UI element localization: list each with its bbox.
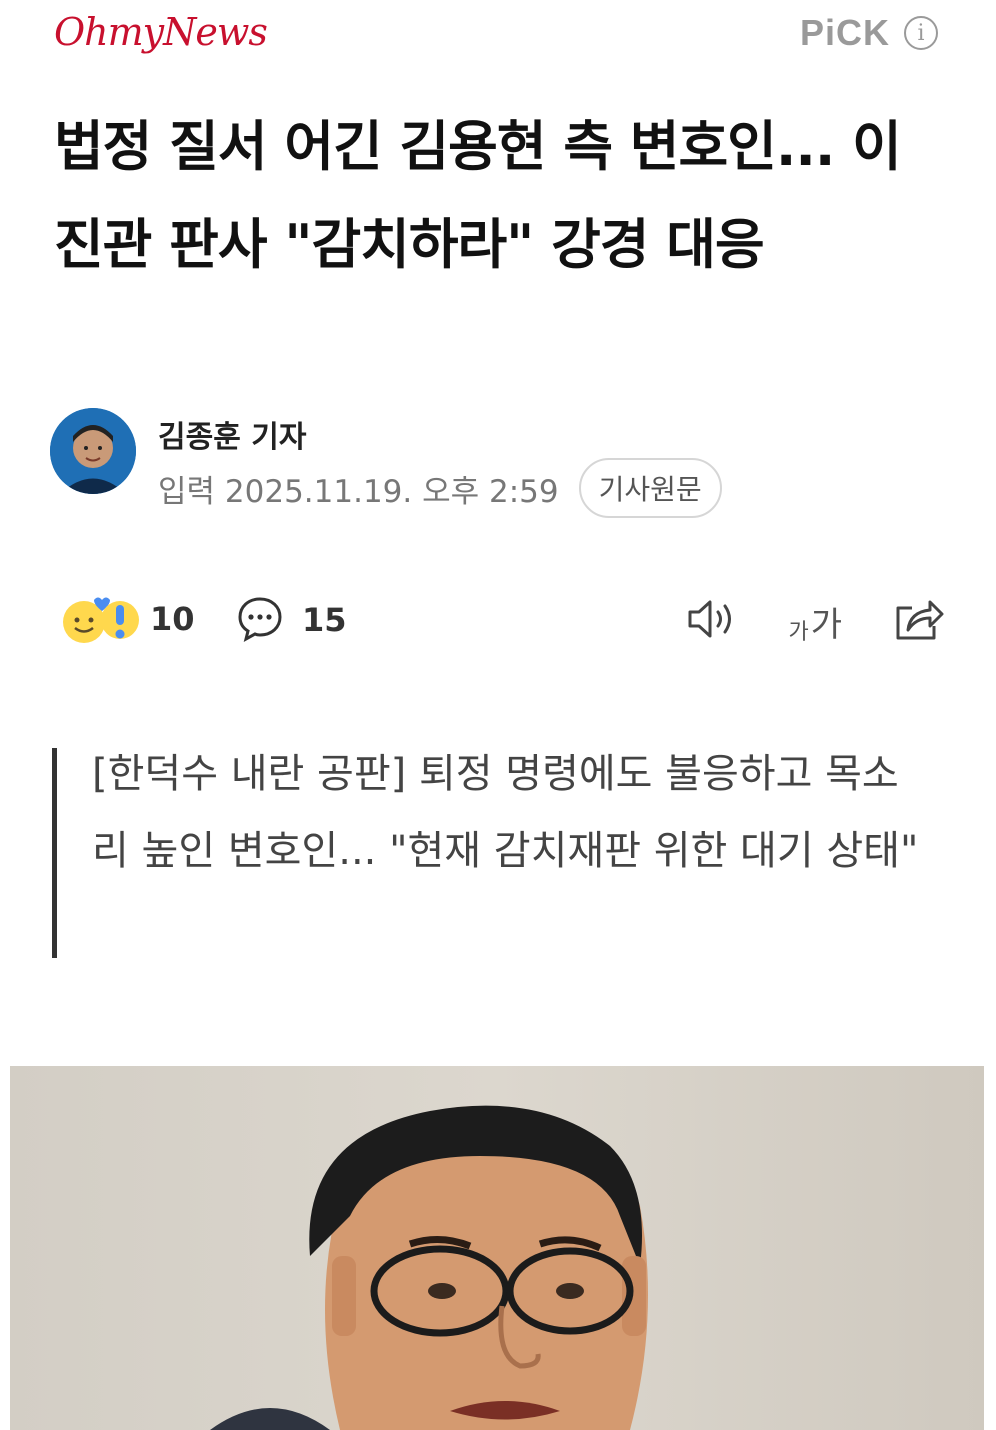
font-size-small-label: 가 — [788, 619, 809, 645]
font-size-large-label: 가 — [810, 604, 842, 645]
article-meta: 입력 2025.11.19. 오후 2:59 기사원문 — [158, 458, 722, 518]
article-tools: 가 가 — [686, 596, 944, 646]
summary-text: [한덕수 내란 공판] 퇴정 명령에도 불응하고 목소리 높인 변호인... "… — [92, 751, 919, 874]
article-summary: [한덕수 내란 공판] 퇴정 명령에도 불응하고 목소리 높인 변호인... "… — [52, 748, 932, 958]
article-photo[interactable] — [10, 1066, 984, 1430]
ohmynews-logo[interactable]: OhmyNews — [54, 10, 268, 54]
reaction-count: 10 — [150, 600, 195, 638]
speaker-icon[interactable] — [686, 597, 738, 645]
byline: 김종훈 기자 입력 2025.11.19. 오후 2:59 기사원문 — [50, 408, 950, 518]
reaction-emoji-icon — [58, 592, 142, 646]
author-avatar[interactable] — [50, 408, 136, 494]
share-icon[interactable] — [892, 596, 944, 646]
summary-bar — [52, 748, 57, 958]
comment-button[interactable]: 15 — [236, 594, 347, 646]
article-title: 법정 질서 어긴 김용현 측 변호인... 이진관 판사 "감치하라" 강경 대… — [54, 115, 902, 276]
action-bar: 10 15 가 가 — [54, 592, 944, 652]
comment-count: 15 — [302, 601, 347, 639]
font-size-icon[interactable]: 가 가 — [788, 597, 842, 646]
published-date: 입력 2025.11.19. 오후 2:59 — [158, 473, 559, 510]
reaction-button[interactable]: 10 — [58, 592, 195, 646]
app-header: OhmyNews PiCK i — [0, 0, 996, 80]
original-article-button[interactable]: 기사원문 — [578, 458, 722, 518]
comment-icon — [236, 594, 284, 646]
pick-label: PiCK — [799, 12, 890, 53]
author-name[interactable]: 김종훈 기자 — [158, 412, 306, 456]
info-icon[interactable]: i — [904, 16, 938, 50]
pick-area: PiCK i — [800, 12, 938, 54]
